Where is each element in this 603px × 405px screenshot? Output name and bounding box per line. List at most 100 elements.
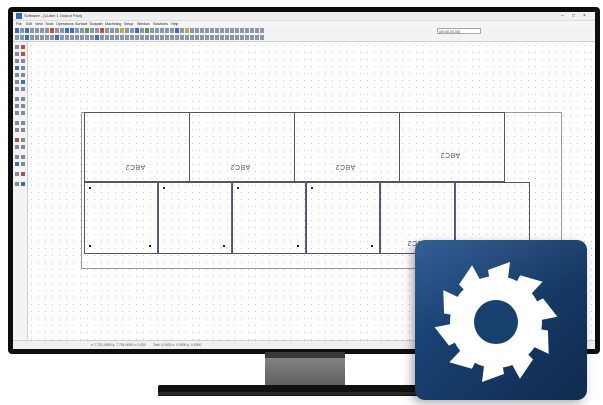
mirror-tool-icon[interactable] [21,87,25,91]
maximize-button[interactable]: □ [572,12,575,20]
layer-icon[interactable] [95,28,99,33]
tool-41-icon[interactable] [215,35,219,40]
output-tool-icon[interactable] [21,182,25,186]
tool-16-icon[interactable] [90,35,94,40]
drill-tool-icon[interactable] [15,121,19,125]
nest-tool-icon[interactable] [15,138,19,142]
draw-spline-icon[interactable] [21,66,25,70]
tool-10-icon[interactable] [60,35,64,40]
nested-part[interactable] [232,182,307,254]
text-icon[interactable] [190,28,194,33]
tool-18-icon[interactable] [100,35,104,40]
nest-icon[interactable] [135,28,139,33]
chamfer-tool-icon[interactable] [21,104,25,108]
close-button[interactable]: × [583,12,586,20]
delete-icon[interactable] [50,28,54,33]
report-tool-icon[interactable] [21,145,25,149]
offset-icon[interactable] [225,28,229,33]
tool-2-icon[interactable] [20,35,24,40]
text-tool-icon[interactable] [15,73,19,77]
tool-3-icon[interactable] [25,35,29,40]
trim-icon[interactable] [230,28,234,33]
tool-30-icon[interactable] [160,35,164,40]
zoom-out-icon[interactable] [70,28,74,33]
coordinate-input[interactable]: [00.00,00.00] [437,28,481,34]
print-icon[interactable] [30,28,34,33]
tool-34-icon[interactable] [180,35,184,40]
tool-29-icon[interactable] [155,35,159,40]
nested-part[interactable] [158,182,233,254]
pan-tool-icon[interactable] [21,155,25,159]
tool-31-icon[interactable] [165,35,169,40]
arc-icon[interactable] [205,28,209,33]
tool-39-icon[interactable] [205,35,209,40]
draw-polygon-icon[interactable] [15,66,19,70]
chamfer-icon[interactable] [245,28,249,33]
polygon-icon[interactable] [220,28,224,33]
light-icon[interactable] [185,28,189,33]
tool-50-icon[interactable] [260,35,264,40]
minimize-button[interactable]: – [561,12,564,20]
zoom-tool-icon[interactable] [15,155,19,159]
tool-6-icon[interactable] [40,35,44,40]
circle-icon[interactable] [210,28,214,33]
select-tool-icon[interactable] [15,45,19,49]
nested-part[interactable]: ABC2 [189,112,295,182]
nested-part[interactable] [84,182,159,254]
view-top-icon[interactable] [155,28,159,33]
layers-tool-icon[interactable] [15,162,19,166]
tool-22-icon[interactable] [120,35,124,40]
array-icon[interactable] [130,28,134,33]
group-icon[interactable] [260,28,264,33]
mirror-icon[interactable] [125,28,129,33]
settings-icon[interactable] [150,28,154,33]
view-front-icon[interactable] [160,28,164,33]
tool-24-icon[interactable] [130,35,134,40]
tool-8-icon[interactable] [50,35,54,40]
nested-part[interactable] [306,182,381,254]
tool-27-icon[interactable] [145,35,149,40]
extend-icon[interactable] [235,28,239,33]
dimension-tool-icon[interactable] [21,73,25,77]
tool-19-icon[interactable] [105,35,109,40]
scale-tool-icon[interactable] [15,87,19,91]
pan-icon[interactable] [80,28,84,33]
rotate-icon[interactable] [115,28,119,33]
nested-part[interactable]: ABC2 [84,112,190,182]
tool-23-icon[interactable] [125,35,129,40]
tool-20-icon[interactable] [110,35,114,40]
tool-45-icon[interactable] [235,35,239,40]
tool-12-icon[interactable] [70,35,74,40]
join-tool-icon[interactable] [15,111,19,115]
tool-40-icon[interactable] [210,35,214,40]
fillet-icon[interactable] [240,28,244,33]
redo-icon[interactable] [60,28,64,33]
post-tool-icon[interactable] [15,182,19,186]
tool-17-icon[interactable] [95,35,99,40]
tool-35-icon[interactable] [185,35,189,40]
tool-13-icon[interactable] [75,35,79,40]
tool-46-icon[interactable] [240,35,244,40]
save-icon[interactable] [25,28,29,33]
tool-32-icon[interactable] [170,35,174,40]
undo-icon[interactable] [55,28,59,33]
stop-icon[interactable] [100,28,104,33]
tool-47-icon[interactable] [245,35,249,40]
draw-arc-icon[interactable] [21,52,25,56]
tool-42-icon[interactable] [220,35,224,40]
tool-21-icon[interactable] [115,35,119,40]
wireframe-icon[interactable] [180,28,184,33]
label-tool-icon[interactable] [15,145,19,149]
rotate-tool-icon[interactable] [21,80,25,84]
new-file-icon[interactable] [15,28,19,33]
engrave-tool-icon[interactable] [21,128,25,132]
zoom-fit-icon[interactable] [75,28,79,33]
draw-circle-icon[interactable] [15,59,19,63]
tool-5-icon[interactable] [35,35,39,40]
tool-4-icon[interactable] [30,35,34,40]
tool-15-icon[interactable] [85,35,89,40]
tool-9-icon[interactable] [55,35,59,40]
open-file-icon[interactable] [20,28,24,33]
dimension-icon[interactable] [195,28,199,33]
explode-icon[interactable] [255,28,259,33]
